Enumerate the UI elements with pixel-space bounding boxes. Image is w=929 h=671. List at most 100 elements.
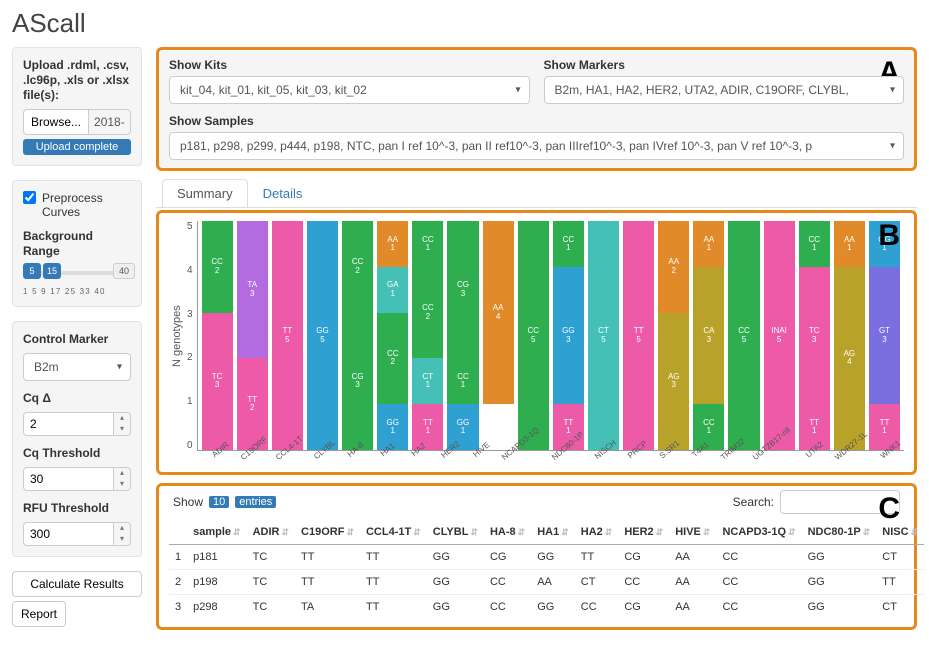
bg-range-high-handle[interactable]: 15 xyxy=(43,263,61,279)
chevron-down-icon[interactable]: ▾ xyxy=(114,424,130,435)
bg-range-low-handle[interactable]: 5 xyxy=(23,263,41,279)
bar-col: GG1GT3TT1 xyxy=(869,221,900,450)
bg-range-slider[interactable]: 5 15 40 xyxy=(23,265,131,283)
table-header[interactable]: CCL4-1T⇵ xyxy=(360,520,427,545)
table-header[interactable]: NDC80-1P⇵ xyxy=(802,520,877,545)
table-cell: CT xyxy=(876,595,924,620)
cq-threshold-input[interactable]: ▴▾ xyxy=(23,467,131,491)
bar-segment: TC3 xyxy=(202,313,233,450)
tabs: Summary Details xyxy=(156,179,917,208)
table-cell: AA xyxy=(669,545,716,570)
bar-segment: GT3 xyxy=(869,267,900,404)
table-panel: C Show 10 entries Search: sample⇵ADIR⇵C1… xyxy=(156,483,917,630)
table-header[interactable]: HER2⇵ xyxy=(618,520,669,545)
bar-segment: CC1 xyxy=(553,221,584,267)
table-header[interactable]: C19ORF⇵ xyxy=(295,520,360,545)
show-markers-label: Show Markers xyxy=(544,58,905,72)
bar-segment: TA3 xyxy=(237,221,268,358)
table-cell: p181 xyxy=(187,545,246,570)
table-cell: AA xyxy=(531,570,575,595)
table-header[interactable]: sample⇵ xyxy=(187,520,246,545)
table-cell: AA xyxy=(669,595,716,620)
cq-threshold-field[interactable] xyxy=(23,467,113,491)
table-header[interactable]: NCAPD3-1Q⇵ xyxy=(716,520,801,545)
cq-delta-input[interactable]: ▴▾ xyxy=(23,412,131,436)
browse-button[interactable]: Browse... xyxy=(23,109,89,135)
chevron-down-icon[interactable]: ▾ xyxy=(114,479,130,490)
table-header[interactable]: HA2⇵ xyxy=(575,520,619,545)
table-cell: CC xyxy=(716,595,801,620)
bg-range-label: Background Range xyxy=(23,229,131,259)
chevron-up-icon[interactable]: ▴ xyxy=(114,468,130,479)
show-markers-select[interactable]: B2m, HA1, HA2, HER2, UTA2, ADIR, C19ORF,… xyxy=(544,76,905,104)
rfu-threshold-label: RFU Threshold xyxy=(23,501,131,516)
annotation-c: C xyxy=(878,492,900,526)
bar-col: GG5 xyxy=(307,221,338,450)
chevron-up-icon[interactable]: ▴ xyxy=(114,523,130,534)
tab-details[interactable]: Details xyxy=(248,179,318,207)
table-cell: CC xyxy=(484,570,531,595)
table-cell: 2 xyxy=(169,570,187,595)
table-header[interactable]: ADIR⇵ xyxy=(247,520,295,545)
bar-col: INAI5 xyxy=(764,221,795,450)
show-samples-label: Show Samples xyxy=(169,114,904,128)
upload-label: Upload .rdml, .csv, .lc96p, .xls or .xls… xyxy=(23,58,131,103)
table-cell: GG xyxy=(802,545,877,570)
bar-segment: CG3 xyxy=(342,313,373,450)
bar-segment: CC2 xyxy=(202,221,233,313)
table-cell: CC xyxy=(618,570,669,595)
table-cell: CC xyxy=(716,545,801,570)
control-marker-select[interactable]: B2m▾ xyxy=(23,353,131,381)
show-samples-select[interactable]: p181, p298, p299, p444, p198, NTC, pan I… xyxy=(169,132,904,160)
table-header[interactable]: HIVE⇵ xyxy=(669,520,716,545)
table-header[interactable]: HA1⇵ xyxy=(531,520,575,545)
bar-segment: TT5 xyxy=(623,221,654,450)
uploaded-filename: 2018- xyxy=(89,109,131,135)
report-button[interactable]: Report xyxy=(12,601,66,627)
table-body: 1p181TCTTTTGGCGGGTTCGAACCGGCT2p198TCTTTT… xyxy=(169,545,924,620)
show-kits-select[interactable]: kit_04, kit_01, kit_05, kit_03, kit_02▾ xyxy=(169,76,530,104)
calculate-button[interactable]: Calculate Results xyxy=(12,571,142,597)
settings-panel: Control Marker B2m▾ Cq Δ ▴▾ Cq Threshold… xyxy=(12,321,142,557)
table-cell: TT xyxy=(360,545,427,570)
rfu-threshold-field[interactable] xyxy=(23,522,113,546)
entries-word: entries xyxy=(235,496,276,508)
bar-segment: AG3 xyxy=(658,313,689,450)
bar-col: CC2CG3 xyxy=(342,221,373,450)
tab-summary[interactable]: Summary xyxy=(162,179,248,207)
table-header[interactable]: HA-8⇵ xyxy=(484,520,531,545)
table-cell: p298 xyxy=(187,595,246,620)
preprocess-checkbox-row[interactable]: Preprocess Curves xyxy=(23,191,131,219)
cq-threshold-label: Cq Threshold xyxy=(23,446,131,461)
bar-segment: AA1 xyxy=(834,221,865,267)
table-header[interactable]: CLYBL⇵ xyxy=(427,520,484,545)
control-marker-label: Control Marker xyxy=(23,332,131,347)
bar-segment: AA2 xyxy=(658,221,689,313)
caret-icon: ▾ xyxy=(890,141,895,152)
table-cell: CC xyxy=(716,570,801,595)
bar-segment: TC3 xyxy=(799,267,830,404)
rfu-threshold-input[interactable]: ▴▾ xyxy=(23,522,131,546)
show-entries-label: Show xyxy=(173,495,203,509)
main-content: A Show Kits kit_04, kit_01, kit_05, kit_… xyxy=(156,47,917,638)
bar-col: CC1CC2CT1TT1 xyxy=(412,221,443,450)
table-cell: AA xyxy=(669,570,716,595)
cq-delta-field[interactable] xyxy=(23,412,113,436)
bar-col: CC2TC3 xyxy=(202,221,233,450)
table-cell: TA xyxy=(295,595,360,620)
table-cell: TC xyxy=(247,595,295,620)
bar-col: AA2AG3 xyxy=(658,221,689,450)
table-header[interactable] xyxy=(169,520,187,545)
table-cell: TT xyxy=(360,595,427,620)
y-axis-ticks: 012345 xyxy=(185,221,197,451)
results-table: sample⇵ADIR⇵C19ORF⇵CCL4-1T⇵CLYBL⇵HA-8⇵HA… xyxy=(169,520,924,619)
table-row: 1p181TCTTTTGGCGGGTTCGAACCGGCT xyxy=(169,545,924,570)
bar-segment: TT5 xyxy=(272,221,303,450)
bar-segment: CC2 xyxy=(342,221,373,313)
preprocess-checkbox[interactable] xyxy=(23,191,36,204)
chevron-up-icon[interactable]: ▴ xyxy=(114,413,130,424)
entries-count[interactable]: 10 xyxy=(209,496,229,508)
preprocess-label: Preprocess Curves xyxy=(42,191,131,219)
bar-segment: GG3 xyxy=(553,267,584,404)
chevron-down-icon[interactable]: ▾ xyxy=(114,534,130,545)
